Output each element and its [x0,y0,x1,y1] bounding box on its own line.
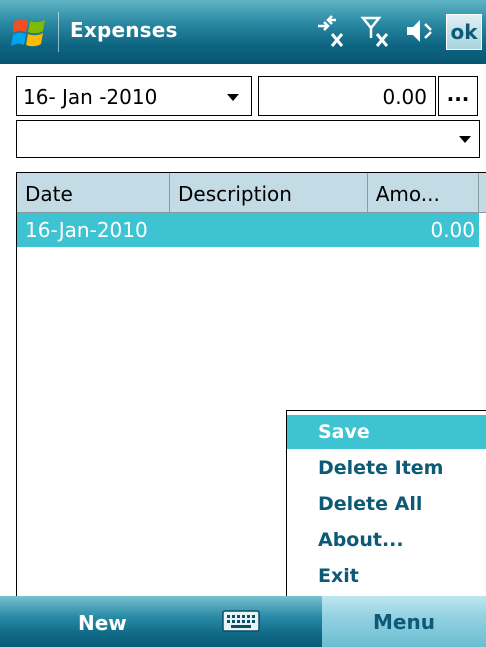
table-row[interactable]: 16-Jan-2010 0.00 [17,213,479,247]
softkey-bar: New Menu [0,596,486,647]
new-softkey[interactable]: New [78,611,127,635]
chevron-down-icon[interactable] [459,136,471,143]
description-combo[interactable] [16,120,480,158]
menu-item-delete-all[interactable]: Delete All [287,487,486,521]
volume-icon[interactable] [404,14,438,50]
date-value: 16- Jan -2010 [23,85,158,109]
ellipsis-button[interactable]: ... [438,76,478,116]
row-amount: 0.00 [430,218,475,242]
column-header-description[interactable]: Description [170,173,368,213]
keyboard-icon[interactable] [222,610,260,632]
column-header-filler [479,173,486,213]
ok-button[interactable]: ok [446,14,482,50]
date-picker[interactable]: 16- Jan -2010 [16,76,252,116]
chevron-down-icon[interactable] [227,94,239,101]
column-header-amount[interactable]: Amo... [367,173,479,213]
title-separator [58,12,59,52]
signal-off-icon[interactable] [360,14,394,50]
app-title: Expenses [70,18,178,42]
row-date: 16-Jan-2010 [25,218,148,242]
connectivity-off-icon[interactable] [314,14,348,50]
menu-item-about[interactable]: About... [287,523,486,557]
menu-softkey[interactable]: Menu [322,596,486,647]
title-bar: Expenses ok [0,0,486,64]
popup-menu: Save Delete Item Delete All About... Exi… [286,410,486,596]
start-logo-icon[interactable] [10,14,50,52]
menu-item-save[interactable]: Save [287,415,486,449]
list-header: Date Description Amo... [17,173,486,213]
menu-item-delete-item[interactable]: Delete Item [287,451,486,485]
amount-field[interactable]: 0.00 [258,76,436,116]
column-header-date[interactable]: Date [17,173,170,213]
menu-item-exit[interactable]: Exit [287,559,486,593]
